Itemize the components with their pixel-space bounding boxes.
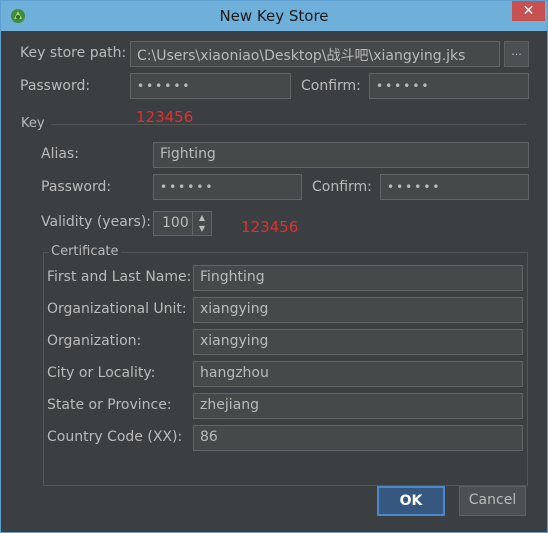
country-code-label: Country Code (XX): bbox=[47, 429, 183, 445]
validity-label: Validity (years): bbox=[41, 214, 152, 230]
keystore-confirm-label: Confirm: bbox=[301, 78, 361, 94]
key-confirm-field[interactable]: •••••• bbox=[380, 174, 529, 200]
key-confirm-label: Confirm: bbox=[312, 179, 372, 195]
key-group-divider bbox=[51, 124, 527, 125]
keystore-password-field[interactable]: •••••• bbox=[130, 73, 291, 99]
ok-button[interactable]: OK bbox=[377, 486, 445, 516]
validity-spinner[interactable]: 100 ▲ ▼ bbox=[153, 211, 212, 236]
key-password-field[interactable]: •••••• bbox=[153, 174, 302, 200]
new-key-store-dialog: New Key Store ✕ Key store path: C:\Users… bbox=[0, 0, 548, 533]
validity-value: 100 bbox=[162, 215, 189, 231]
first-last-name-label: First and Last Name: bbox=[47, 269, 192, 285]
dialog-content: Key store path: C:\Users\xiaoniao\Deskto… bbox=[1, 31, 547, 532]
city-field[interactable]: hangzhou bbox=[193, 361, 523, 387]
state-label: State or Province: bbox=[47, 397, 172, 413]
keystore-confirm-field[interactable]: •••••• bbox=[369, 73, 529, 99]
keystore-path-label: Key store path: bbox=[20, 45, 127, 61]
keystore-path-field[interactable]: C:\Users\xiaoniao\Desktop\战斗吧\xiangying.… bbox=[130, 41, 500, 67]
key-group-title: Key bbox=[21, 116, 45, 131]
alias-field[interactable]: Fighting bbox=[153, 142, 529, 168]
organization-label: Organization: bbox=[47, 333, 142, 349]
state-field[interactable]: zhejiang bbox=[193, 393, 523, 419]
title-bar[interactable]: New Key Store ✕ bbox=[1, 1, 547, 31]
certificate-group-title: Certificate bbox=[49, 244, 121, 259]
browse-button[interactable]: ... bbox=[504, 41, 529, 67]
org-unit-field[interactable]: xiangying bbox=[193, 297, 523, 323]
window-title: New Key Store bbox=[219, 7, 329, 25]
organization-field[interactable]: xiangying bbox=[193, 329, 523, 355]
alias-label: Alias: bbox=[41, 146, 79, 162]
spinner-arrows-icon[interactable]: ▲ ▼ bbox=[192, 212, 211, 235]
close-button[interactable]: ✕ bbox=[512, 1, 545, 21]
country-code-field[interactable]: 86 bbox=[193, 425, 523, 451]
city-label: City or Locality: bbox=[47, 365, 156, 381]
keystore-password-label: Password: bbox=[20, 78, 91, 94]
cancel-button[interactable]: Cancel bbox=[459, 486, 526, 516]
org-unit-label: Organizational Unit: bbox=[47, 301, 187, 317]
key-password-label: Password: bbox=[41, 179, 112, 195]
first-last-name-field[interactable]: Finghting bbox=[193, 265, 523, 291]
annotation-text-2: 123456 bbox=[241, 218, 299, 236]
